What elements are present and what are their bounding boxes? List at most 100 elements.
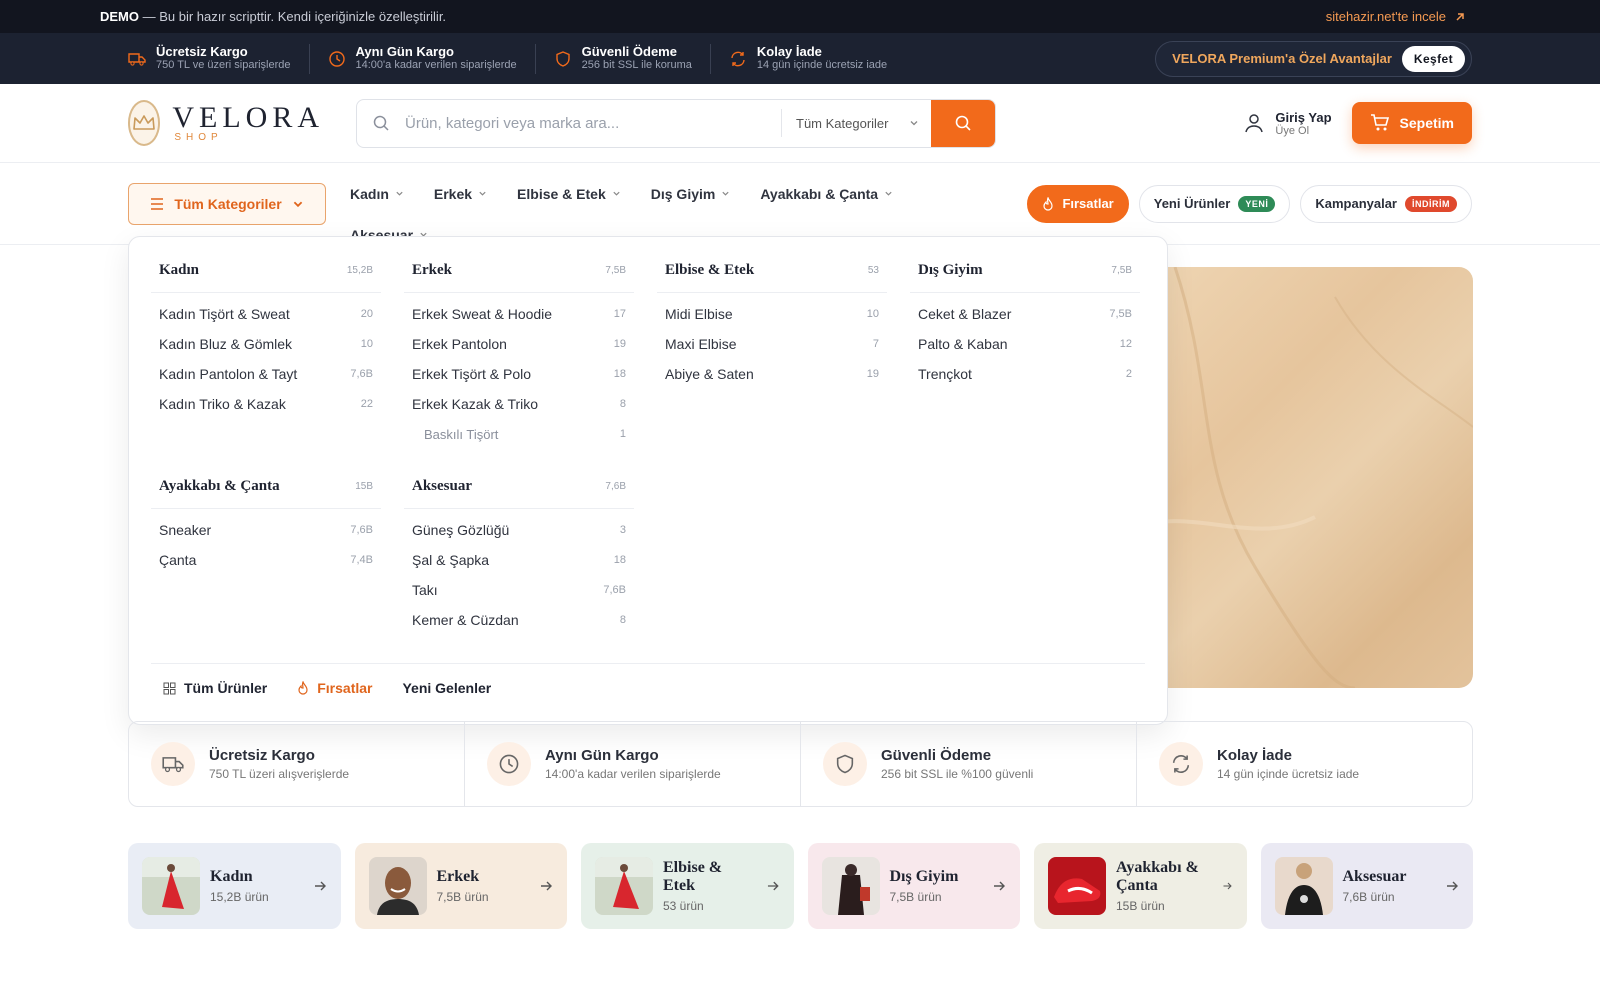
category-card-kadin[interactable]: Kadın 15,2B ürün (128, 843, 341, 929)
category-thumbnail (142, 857, 200, 915)
category-count: 15,2B ürün (210, 890, 269, 904)
cart-label: Sepetim (1399, 115, 1454, 131)
flame-icon (298, 681, 308, 695)
mega-item[interactable]: Ceket & Blazer 7,5B (910, 299, 1140, 329)
feature-sub: 256 bit SSL ile %100 güvenli (881, 767, 1034, 781)
refresh-icon (729, 50, 747, 68)
deals-button[interactable]: Fırsatlar (1027, 184, 1129, 223)
nav-item-erkek[interactable]: Erkek (434, 173, 487, 214)
info-sub: 750 TL ve üzeri siparişlerde (156, 59, 291, 71)
mega-heading[interactable]: Elbise & Etek 53 (657, 257, 887, 293)
category-card-erkek[interactable]: Erkek 7,5B ürün (354, 843, 567, 929)
main-nav: Tüm Kategoriler Kadın Erkek Elbise & Ete… (0, 163, 1600, 245)
mega-item[interactable]: Güneş Gözlüğü 3 (404, 515, 634, 545)
login-link[interactable]: Giriş Yap Üye Ol (1243, 110, 1332, 137)
discover-button[interactable]: Keşfet (1401, 45, 1465, 72)
info-sub: 256 bit SSL ile koruma (581, 59, 692, 71)
mega-item[interactable]: Erkek Sweat & Hoodie 17 (404, 299, 634, 329)
mega-item[interactable]: Kemer & Cüzdan 8 (404, 605, 634, 635)
clock-icon (487, 742, 531, 786)
clock-icon (328, 50, 346, 68)
mega-heading[interactable]: Kadın 15,2B (151, 257, 381, 293)
feature-return: Kolay İade 14 gün içinde ücretsiz iade (1136, 722, 1472, 806)
mega-item[interactable]: Midi Elbise 10 (657, 299, 887, 329)
search-input[interactable] (405, 99, 781, 147)
category-count: 7,5B ürün (889, 890, 942, 904)
nav-item-elbise-etek[interactable]: Elbise & Etek (517, 173, 621, 214)
crown-icon (128, 100, 161, 146)
info-title: Güvenli Ödeme (581, 44, 677, 59)
deals-link[interactable]: Fırsatlar (297, 680, 372, 696)
new-tag: YENİ (1238, 195, 1276, 212)
demo-bar: DEMO — Bu bir hazır scripttir. Kendi içe… (0, 0, 1600, 33)
new-arrivals-link[interactable]: Yeni Gelenler (402, 680, 491, 696)
mega-heading[interactable]: Aksesuar 7,6B (404, 473, 634, 509)
search-icon (955, 115, 971, 131)
nav-item-kadin[interactable]: Kadın (350, 173, 404, 214)
mega-heading[interactable]: Erkek 7,5B (404, 257, 634, 293)
category-count: 53 ürün (663, 899, 704, 913)
info-sub: 14 gün içinde ücretsiz iade (756, 59, 888, 71)
mega-item[interactable]: Takı 7,6B (404, 575, 634, 605)
feature-title: Ücretsiz Kargo (209, 747, 315, 764)
truck-icon (151, 742, 195, 786)
category-card-aksesuar[interactable]: Aksesuar 7,6B ürün (1260, 843, 1473, 929)
chevron-down-icon (885, 191, 892, 196)
mega-item[interactable]: Kadın Tişört & Sweat 20 (151, 299, 381, 329)
category-card-elbise-etek[interactable]: Elbise & Etek 53 ürün (581, 843, 794, 929)
feature-secure: Güvenli Ödeme 256 bit SSL ile %100 güvenl… (800, 722, 1136, 806)
mega-menu: Kadın 15,2B Kadın Tişört & Sweat 20 Kadın … (128, 236, 1168, 725)
mega-subitem[interactable]: Baskılı Tişört 1 (404, 419, 634, 449)
feature-title: Kolay İade (1217, 747, 1293, 764)
logo-name: VELORA (172, 100, 324, 134)
new-products-button[interactable]: Yeni Ürünler YENİ (1138, 184, 1291, 223)
feature-sub: 14:00'a kadar verilen siparişlerde (545, 767, 721, 781)
mega-item[interactable]: Sneaker 7,6B (151, 515, 381, 545)
mega-item[interactable]: Kadın Bluz & Gömlek 10 (151, 329, 381, 359)
campaigns-button[interactable]: Kampanyalar İNDİRİM (1300, 184, 1472, 223)
mega-col-erkek: Erkek 7,5B Erkek Sweat & Hoodie 17 Erkek P… (404, 257, 634, 449)
arrow-right-icon (767, 881, 779, 891)
chevron-down-icon (910, 121, 918, 126)
info-bar: Ücretsiz Kargo 750 TL ve üzeri siparişler… (0, 33, 1600, 84)
category-card-dis-giyim[interactable]: Dış Giyim 7,5B ürün (807, 843, 1020, 929)
category-thumbnail (1048, 857, 1106, 915)
mega-item[interactable]: Palto & Kaban 12 (910, 329, 1140, 359)
info-title: Kolay İade (756, 44, 822, 59)
mega-col-ayakkabi-canta: Ayakkabı & Çanta 15B Sneaker 7,6B Çanta 7,4… (151, 473, 381, 575)
flame-icon (1043, 196, 1054, 211)
logo[interactable]: VELORA SHOP (128, 100, 324, 146)
nav-item-ayakkabi-canta[interactable]: Ayakkabı & Çanta (760, 173, 893, 214)
mega-item[interactable]: Erkek Pantolon 19 (404, 329, 634, 359)
mega-item[interactable]: Erkek Tişört & Polo 18 (404, 359, 634, 389)
all-products-link[interactable]: Tüm Ürünler (163, 680, 267, 696)
mega-heading[interactable]: Ayakkabı & Çanta 15B (151, 473, 381, 509)
info-title: Ücretsiz Kargo (156, 44, 248, 59)
mega-item[interactable]: Kadın Triko & Kazak 22 (151, 389, 381, 419)
all-categories-button[interactable]: Tüm Kategoriler (128, 183, 326, 225)
refresh-icon (1159, 742, 1203, 786)
cart-button[interactable]: Sepetim (1351, 102, 1472, 144)
mega-item[interactable]: Maxi Elbise 7 (657, 329, 887, 359)
demo-link[interactable]: sitehazir.net'te incele (1326, 9, 1466, 24)
mega-footer: Tüm Ürünler Fırsatlar Yeni Gelenler (151, 663, 1145, 696)
search-category-select[interactable]: Tüm Kategoriler (781, 109, 931, 137)
nav-item-dis-giyim[interactable]: Dış Giyim (651, 173, 731, 214)
category-card-ayakkabi-canta[interactable]: Ayakkabı & Çanta 15B ürün (1034, 843, 1247, 929)
mega-heading[interactable]: Dış Giyim 7,5B (910, 257, 1140, 293)
mega-item[interactable]: Trençkot 2 (910, 359, 1140, 389)
info-item-secure: Güvenli Ödeme 256 bit SSL ile koruma (534, 43, 710, 74)
nav-links: Kadın Erkek Elbise & Etek Dış Giyim Ayak… (350, 163, 930, 244)
hero-banner-image[interactable] (1135, 267, 1473, 688)
main-header: VELORASHOP Tüm Kategoriler Giriş YapÜye … (0, 84, 1600, 163)
mega-item[interactable]: Erkek Kazak & Triko 8 (404, 389, 634, 419)
mega-item[interactable]: Çanta 7,4B (151, 545, 381, 575)
mega-item[interactable]: Kadın Pantolon & Tayt 7,6B (151, 359, 381, 389)
nav-right: Fırsatlar Yeni Ürünler YENİ Kampanyalar İN… (1027, 163, 1472, 244)
search-category-label: Tüm Kategoriler (796, 115, 889, 131)
mega-col-kadin: Kadın 15,2B Kadın Tişört & Sweat 20 Kadın … (151, 257, 381, 419)
mega-item[interactable]: Abiye & Saten 19 (657, 359, 887, 389)
mega-item[interactable]: Şal & Şapka 18 (404, 545, 634, 575)
search-button[interactable] (931, 99, 995, 147)
features-strip: Ücretsiz Kargo 750 TL üzeri alışverişlerd… (128, 721, 1473, 807)
